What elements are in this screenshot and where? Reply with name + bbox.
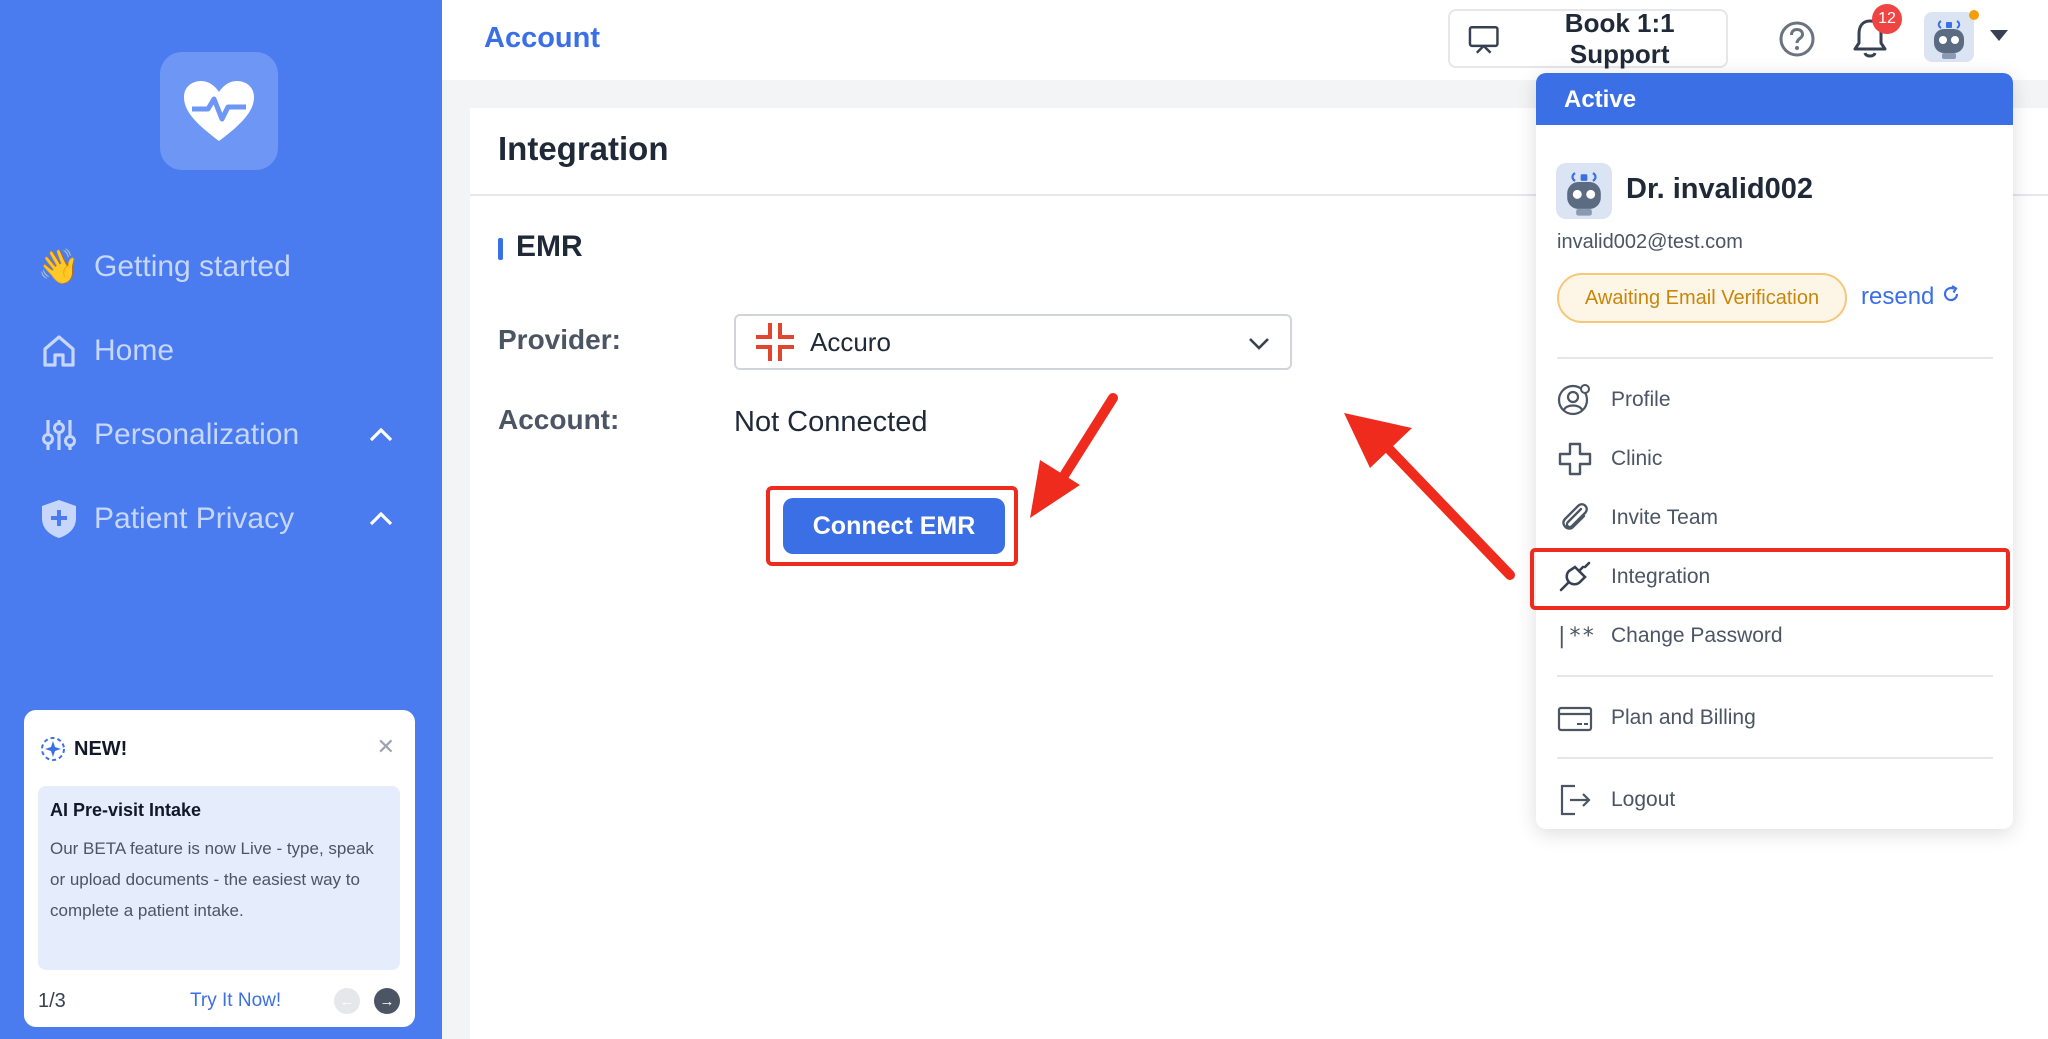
announcement-footer: 1/3 Try It Now! ← → — [38, 986, 400, 1016]
announcement-title: AI Pre-visit Intake — [50, 800, 202, 820]
account-status: Not Connected — [734, 406, 928, 438]
sidebar-item-label: Home — [94, 334, 175, 367]
menu-item-plan-billing[interactable]: Plan and Billing — [1557, 693, 1997, 743]
account-status-header: Active — [1536, 73, 2013, 125]
divider — [1557, 675, 1993, 677]
robot-avatar-icon — [1567, 172, 1601, 216]
password-icon: |** — [1555, 623, 1595, 649]
refresh-icon — [1944, 285, 1959, 302]
user-email: invalid002@test.com — [1557, 231, 1743, 253]
menu-item-invite-team[interactable]: Invite Team — [1557, 493, 1997, 543]
app-logo[interactable] — [160, 52, 278, 170]
sidebar-item-label: Patient Privacy — [94, 502, 295, 535]
announcement-header: NEW! — [40, 736, 127, 762]
arrow-right-icon[interactable]: → — [374, 988, 400, 1014]
card-title: Integration — [498, 130, 669, 167]
sidebar-item-label: Getting started — [94, 250, 291, 283]
book-support-label: Book 1:1 Support — [1564, 7, 1675, 69]
sidebar-item-patient-privacy[interactable]: Patient Privacy — [38, 494, 408, 544]
wave-hand-icon: 👋 — [37, 248, 81, 286]
section-marker — [498, 238, 503, 260]
resend-link[interactable]: resend — [1861, 283, 1961, 311]
book-support-button[interactable]: Book 1:1 Support — [1448, 7, 1728, 69]
announcement-badge: NEW! — [74, 737, 128, 760]
arrow-left-icon[interactable]: ← — [334, 988, 360, 1014]
user-name: Dr. invalid002 — [1626, 173, 1813, 205]
top-bar: Account Book 1:1 Support 12 — [442, 0, 2048, 80]
menu-item-logout[interactable]: Logout — [1557, 775, 1997, 825]
caret-down-icon[interactable] — [1990, 30, 2008, 41]
accuro-logo-icon — [756, 323, 794, 361]
section-title: EMR — [516, 230, 583, 263]
announcement-page-indicator: 1/3 — [38, 989, 66, 1012]
menu-item-label: Logout — [1611, 788, 1676, 811]
dropdown-avatar — [1556, 163, 1612, 219]
sparkle-icon — [41, 737, 65, 761]
presentation-board-icon — [1468, 25, 1499, 54]
provider-label: Provider: — [498, 324, 621, 355]
sidebar-item-home[interactable]: Home — [38, 326, 408, 376]
sliders-icon — [38, 414, 80, 456]
menu-item-label: Plan and Billing — [1611, 706, 1756, 729]
integration-highlight-box — [1530, 548, 2010, 610]
close-icon[interactable]: ✕ — [377, 734, 395, 760]
announcement-body: AI Pre-visit Intake Our BETA feature is … — [38, 786, 400, 970]
sidebar-item-getting-started[interactable]: 👋 Getting started — [38, 242, 408, 292]
chevron-up-icon[interactable] — [366, 420, 396, 450]
status-dot — [1969, 10, 1979, 20]
medical-cross-icon — [1557, 441, 1593, 477]
sidebar: 👋 Getting started Home Personalization P… — [0, 0, 442, 1039]
page-title: Account — [484, 22, 600, 54]
heart-pulse-icon — [184, 81, 254, 141]
logout-icon — [1557, 782, 1593, 818]
home-icon — [38, 330, 80, 372]
notification-count-badge: 12 — [1872, 4, 1902, 34]
connect-emr-button[interactable]: Connect EMR — [783, 498, 1005, 554]
chevron-up-icon[interactable] — [366, 504, 396, 534]
try-it-now-link[interactable]: Try It Now! — [190, 990, 281, 1012]
robot-avatar-icon — [1934, 20, 1964, 59]
announcement-card: NEW! ✕ AI Pre-visit Intake Our BETA feat… — [24, 710, 415, 1027]
credit-card-icon — [1557, 700, 1593, 736]
verification-status-badge: Awaiting Email Verification — [1557, 273, 1847, 323]
menu-item-label: Clinic — [1611, 447, 1663, 470]
account-label: Account: — [498, 404, 620, 435]
menu-item-label: Profile — [1611, 388, 1671, 411]
menu-item-label: Invite Team — [1611, 506, 1718, 529]
sidebar-item-label: Personalization — [94, 418, 300, 451]
sidebar-item-personalization[interactable]: Personalization — [38, 410, 408, 460]
provider-value: Accuro — [810, 326, 891, 357]
chevron-down-icon — [1249, 338, 1269, 350]
account-dropdown: Active Dr. invalid002 invalid002@test.co… — [1530, 73, 2013, 829]
user-gear-icon — [1557, 382, 1593, 418]
paperclip-icon — [1557, 500, 1593, 536]
avatar[interactable] — [1924, 12, 1974, 62]
divider — [1557, 357, 1993, 359]
shield-plus-icon — [38, 498, 80, 540]
provider-select[interactable]: Accuro — [734, 314, 1292, 370]
menu-item-clinic[interactable]: Clinic — [1557, 434, 1997, 484]
resend-label: resend — [1861, 283, 1935, 310]
announcement-text: Our BETA feature is now Live - type, spe… — [50, 839, 374, 920]
menu-item-change-password[interactable]: |** Change Password — [1555, 611, 1997, 661]
divider — [1557, 757, 1993, 759]
menu-item-profile[interactable]: Profile — [1557, 375, 1997, 425]
help-icon[interactable] — [1778, 20, 1816, 58]
menu-item-label: Change Password — [1611, 624, 1783, 647]
